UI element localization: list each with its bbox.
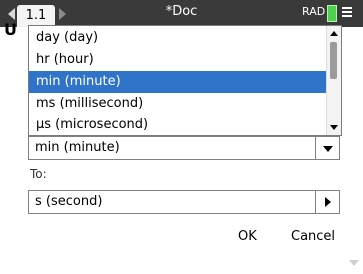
scroll-down-arrow-icon[interactable] (330, 125, 338, 130)
menu-icon[interactable] (342, 7, 352, 18)
ok-button[interactable]: OK (238, 229, 257, 244)
dropdown-option[interactable]: ms (millisecond) (29, 93, 326, 115)
from-unit-dropdown-button[interactable] (315, 137, 339, 159)
from-unit-value: min (minute) (35, 140, 120, 155)
dropdown-option[interactable]: μs (microsecond) (29, 114, 326, 135)
chevron-right-icon (325, 197, 331, 207)
scroll-down-indicator-icon (349, 260, 359, 266)
to-unit-dropdown-button[interactable] (315, 191, 339, 213)
title-bar: 1.1 *Doc RAD (0, 0, 363, 27)
unit-dropdown-list[interactable]: day (day) hr (hour) min (minute) ms (mil… (28, 25, 342, 136)
dialog-title: U (4, 20, 17, 39)
to-unit-value: s (second) (35, 194, 103, 209)
scroll-up-arrow-icon[interactable] (330, 31, 338, 36)
dropdown-option[interactable]: day (day) (29, 27, 326, 49)
dropdown-scrollbar[interactable] (326, 26, 341, 135)
angle-mode-indicator: RAD (302, 5, 326, 18)
scrollbar-thumb[interactable] (330, 42, 337, 79)
to-unit-select[interactable]: s (second) (28, 190, 340, 214)
dropdown-option[interactable]: hr (hour) (29, 49, 326, 71)
battery-icon (327, 5, 337, 22)
chevron-down-icon (323, 146, 333, 152)
dropdown-option-selected[interactable]: min (minute) (29, 71, 326, 93)
cancel-button[interactable]: Cancel (291, 229, 335, 244)
from-unit-select[interactable]: min (minute) (28, 136, 340, 160)
to-label: To: (30, 167, 47, 181)
